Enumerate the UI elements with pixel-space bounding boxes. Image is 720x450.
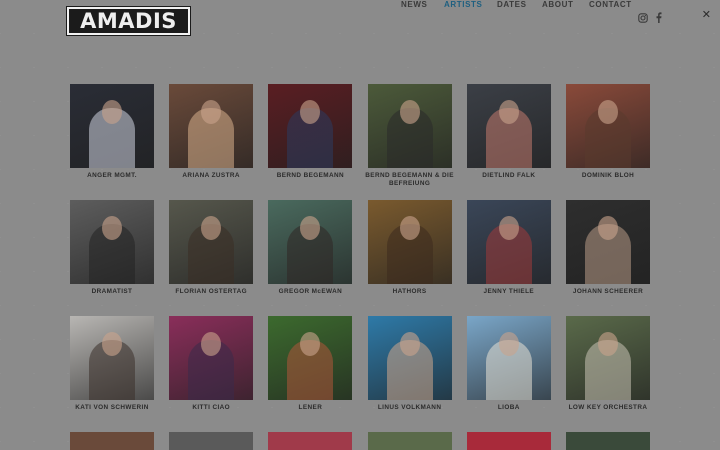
artist-photo-partial[interactable]: [466, 432, 551, 450]
artist-face: [201, 332, 222, 356]
artist-photo[interactable]: [367, 316, 452, 400]
artist-photo[interactable]: [169, 316, 254, 400]
nav-contact[interactable]: CONTACT: [589, 0, 632, 9]
artist-name[interactable]: GREGOR McEWAN: [260, 288, 360, 296]
artist-card[interactable]: ARIANA ZUSTRA: [169, 84, 254, 180]
artist-face: [300, 100, 321, 124]
artist-name[interactable]: KITTI CIAO: [161, 404, 261, 412]
artist-name[interactable]: HATHORS: [360, 288, 460, 296]
artist-photo[interactable]: [566, 316, 650, 400]
artist-face: [598, 332, 618, 356]
artist-photo-partial[interactable]: [268, 432, 353, 450]
artist-name[interactable]: DOMINIK BLOH: [558, 172, 658, 180]
artist-card[interactable]: HATHORS: [367, 200, 452, 296]
logo-text: AMADIS: [80, 8, 177, 33]
artist-name[interactable]: BERND BEGEMANN: [260, 172, 360, 180]
artist-name[interactable]: LENER: [260, 404, 360, 412]
artist-photo[interactable]: [268, 200, 353, 284]
artist-photo[interactable]: [70, 316, 154, 400]
artist-photo[interactable]: [367, 200, 452, 284]
instagram-icon[interactable]: [638, 10, 650, 23]
artist-card[interactable]: DRAMATIST: [70, 200, 154, 296]
artist-name[interactable]: KATI VON SCHWERIN: [62, 404, 162, 412]
artist-card[interactable]: BERND BEGEMANN & DIE BEFREIUNG: [365, 84, 453, 188]
artist-card[interactable]: JENNY THIELE: [466, 200, 551, 296]
nav-dates[interactable]: DATES: [497, 0, 527, 9]
artist-photo[interactable]: [466, 84, 551, 168]
artist-photo[interactable]: [268, 84, 353, 168]
artist-card[interactable]: DIETLIND FALK: [466, 84, 551, 180]
artist-card[interactable]: LIOBA: [466, 316, 551, 412]
close-icon[interactable]: ✕: [702, 8, 711, 21]
artist-photo[interactable]: [466, 200, 551, 284]
artist-face: [201, 100, 222, 124]
artist-card[interactable]: ANGER MGMT.: [70, 84, 154, 180]
artist-name[interactable]: BERND BEGEMANN & DIE BEFREIUNG: [360, 172, 460, 188]
artist-photo-partial[interactable]: [70, 432, 154, 450]
artist-name[interactable]: FLORIAN OSTERTAG: [161, 288, 261, 296]
artist-card[interactable]: LINUS VOLKMANN: [367, 316, 452, 412]
artist-photo[interactable]: [169, 200, 254, 284]
artist-face: [300, 332, 321, 356]
artist-face: [598, 100, 618, 124]
artist-card[interactable]: LENER: [268, 316, 353, 412]
artist-name[interactable]: DRAMATIST: [62, 288, 162, 296]
artist-face: [399, 216, 420, 240]
artist-face: [598, 216, 618, 240]
artist-photo-partial[interactable]: [566, 432, 650, 450]
artist-name[interactable]: ANGER MGMT.: [62, 172, 162, 180]
nav-news[interactable]: NEWS: [401, 0, 427, 9]
artist-name[interactable]: LIOBA: [459, 404, 559, 412]
artist-card[interactable]: JOHANN SCHEERER: [566, 200, 650, 296]
artist-photo[interactable]: [466, 316, 551, 400]
nav-about[interactable]: ABOUT: [542, 0, 573, 9]
artist-name[interactable]: JENNY THIELE: [459, 288, 559, 296]
artist-card[interactable]: KITTI CIAO: [169, 316, 254, 412]
artist-photo-partial[interactable]: [367, 432, 452, 450]
artist-face: [102, 100, 122, 124]
artist-photo[interactable]: [70, 84, 154, 168]
artist-face: [498, 100, 519, 124]
artist-face: [201, 216, 222, 240]
artist-name[interactable]: ARIANA ZUSTRA: [161, 172, 261, 180]
artist-card[interactable]: FLORIAN OSTERTAG: [169, 200, 254, 296]
artist-photo[interactable]: [566, 84, 650, 168]
artist-name[interactable]: JOHANN SCHEERER: [558, 288, 658, 296]
artist-photo[interactable]: [367, 84, 452, 168]
artist-card[interactable]: BERND BEGEMANN: [268, 84, 353, 180]
artist-photo-partial[interactable]: [169, 432, 254, 450]
facebook-icon[interactable]: [655, 10, 667, 23]
artist-name[interactable]: DIETLIND FALK: [459, 172, 559, 180]
nav-artists[interactable]: ARTISTS: [444, 0, 482, 9]
site-logo[interactable]: AMADIS: [66, 6, 191, 36]
artist-face: [498, 332, 519, 356]
artist-face: [300, 216, 321, 240]
artist-photo[interactable]: [566, 200, 650, 284]
artist-face: [399, 100, 420, 124]
artist-face: [102, 332, 122, 356]
artist-face: [498, 216, 519, 240]
artist-card[interactable]: LOW KEY ORCHESTRA: [566, 316, 650, 412]
artist-name[interactable]: LOW KEY ORCHESTRA: [558, 404, 658, 412]
artist-photo[interactable]: [70, 200, 154, 284]
artist-card[interactable]: GREGOR McEWAN: [268, 200, 353, 296]
artist-photo[interactable]: [268, 316, 353, 400]
site-header: AMADIS NEWS ARTISTS DATES ABOUT CONTACT …: [0, 0, 720, 40]
artist-face: [102, 216, 122, 240]
artist-name[interactable]: LINUS VOLKMANN: [360, 404, 460, 412]
artist-photo[interactable]: [169, 84, 254, 168]
artist-card[interactable]: KATI VON SCHWERIN: [70, 316, 154, 412]
artist-card[interactable]: DOMINIK BLOH: [566, 84, 650, 180]
artist-face: [399, 332, 420, 356]
